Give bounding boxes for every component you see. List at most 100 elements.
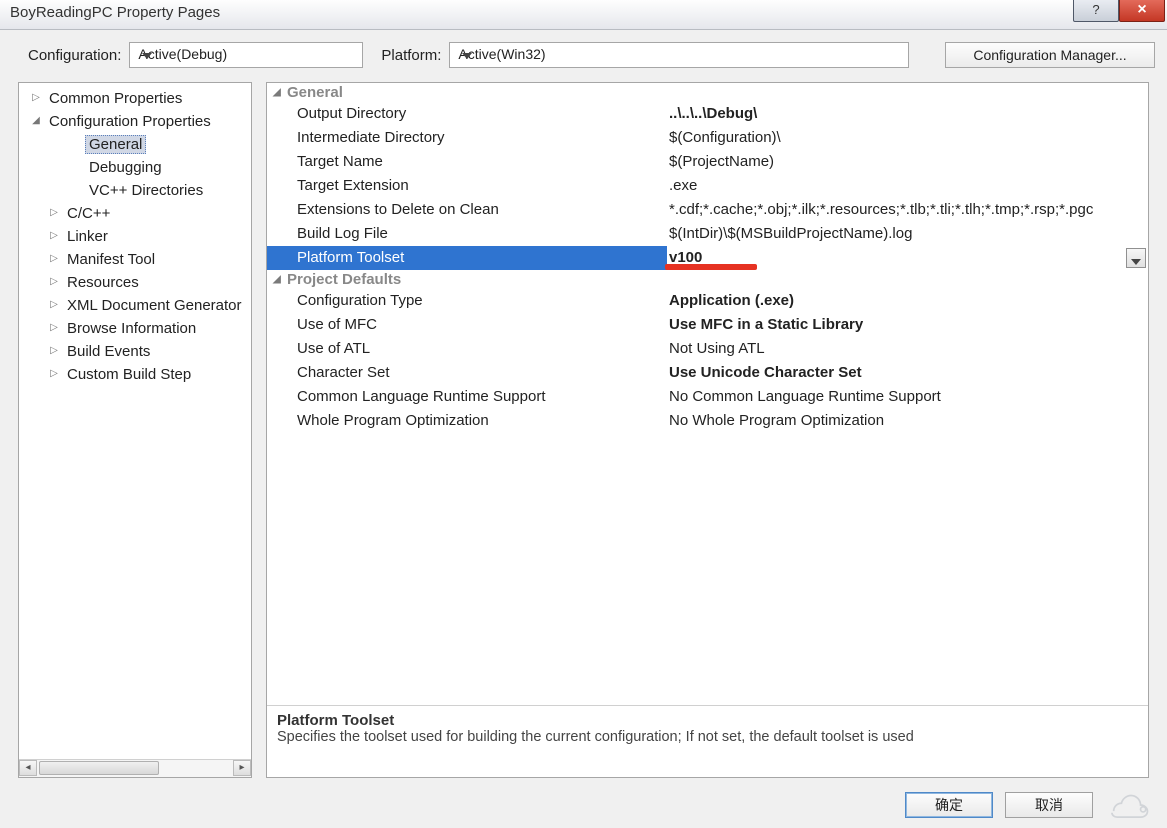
property-row[interactable]: Character SetUse Unicode Character Set — [267, 361, 1148, 385]
property-row[interactable]: Target Name$(ProjectName) — [267, 150, 1148, 174]
property-value[interactable]: ..\..\..\Debug\ — [667, 102, 1148, 126]
property-row[interactable]: Target Extension.exe — [267, 174, 1148, 198]
property-value[interactable]: Application (.exe) — [667, 289, 1148, 313]
watermark-logo — [1105, 790, 1157, 820]
tree-item[interactable]: Debugging — [19, 156, 251, 179]
tree-item-label: XML Document Generator — [63, 296, 246, 315]
property-name: Use of MFC — [267, 313, 667, 337]
tree-item-label: Common Properties — [45, 89, 186, 108]
scroll-thumb[interactable] — [39, 761, 159, 775]
tree-horizontal-scrollbar[interactable]: ◂ ▸ — [19, 759, 251, 777]
expander-none — [69, 161, 83, 175]
tree-item-label: VC++ Directories — [85, 181, 207, 200]
property-name: Extensions to Delete on Clean — [267, 198, 667, 222]
tree-item[interactable]: ▷Linker — [19, 225, 251, 248]
property-value[interactable]: .exe — [667, 174, 1148, 198]
property-group-header[interactable]: ◢ Project Defaults — [267, 270, 1148, 289]
title-bar: BoyReadingPC Property Pages ? × — [0, 0, 1167, 30]
expander-closed-icon[interactable]: ▷ — [47, 368, 61, 382]
expander-none — [69, 138, 83, 152]
property-group-header[interactable]: ◢ General — [267, 83, 1148, 102]
tree-item[interactable]: ▷Common Properties — [19, 87, 251, 110]
scroll-left-button[interactable]: ◂ — [19, 760, 37, 776]
tree-item[interactable]: ◢Configuration Properties — [19, 110, 251, 133]
configuration-manager-button[interactable]: Configuration Manager... — [945, 42, 1155, 68]
property-value[interactable]: No Common Language Runtime Support — [667, 385, 1148, 409]
expander-open-icon[interactable]: ◢ — [29, 115, 43, 129]
window-title: BoyReadingPC Property Pages — [10, 4, 220, 21]
property-row[interactable]: Whole Program OptimizationNo Whole Progr… — [267, 409, 1148, 433]
platform-combo[interactable]: Active(Win32) — [449, 42, 909, 68]
property-value[interactable]: Not Using ATL — [667, 337, 1148, 361]
property-row[interactable]: Platform Toolsetv100 — [267, 246, 1148, 270]
property-name: Common Language Runtime Support — [267, 385, 667, 409]
tree-item[interactable]: General — [19, 133, 251, 156]
property-row[interactable]: Intermediate Directory$(Configuration)\ — [267, 126, 1148, 150]
configuration-row: Configuration: Active(Debug) Platform: A… — [0, 30, 1167, 74]
property-value[interactable]: No Whole Program Optimization — [667, 409, 1148, 433]
property-name: Target Name — [267, 150, 667, 174]
property-name: Target Extension — [267, 174, 667, 198]
property-row[interactable]: Extensions to Delete on Clean*.cdf;*.cac… — [267, 198, 1148, 222]
tree-item-label: Resources — [63, 273, 143, 292]
close-button[interactable]: × — [1119, 0, 1165, 22]
property-name: Platform Toolset — [267, 246, 667, 270]
tree-item[interactable]: ▷Manifest Tool — [19, 248, 251, 271]
property-value[interactable]: Use MFC in a Static Library — [667, 313, 1148, 337]
property-row[interactable]: Use of MFCUse MFC in a Static Library — [267, 313, 1148, 337]
property-name: Build Log File — [267, 222, 667, 246]
expander-closed-icon[interactable]: ▷ — [47, 253, 61, 267]
property-group-title: Project Defaults — [287, 271, 401, 288]
category-tree[interactable]: ▷Common Properties◢Configuration Propert… — [19, 83, 251, 759]
property-value[interactable]: Use Unicode Character Set — [667, 361, 1148, 385]
property-group-title: General — [287, 84, 343, 101]
ok-button[interactable]: 确定 — [905, 792, 993, 818]
category-tree-panel: ▷Common Properties◢Configuration Propert… — [18, 82, 252, 778]
expander-open-icon: ◢ — [273, 274, 287, 285]
dropdown-button[interactable] — [1126, 248, 1146, 268]
tree-item[interactable]: ▷C/C++ — [19, 202, 251, 225]
description-box: Platform Toolset Specifies the toolset u… — [267, 705, 1148, 777]
property-name: Output Directory — [267, 102, 667, 126]
description-title: Platform Toolset — [277, 712, 1138, 729]
property-row[interactable]: Common Language Runtime SupportNo Common… — [267, 385, 1148, 409]
help-button[interactable]: ? — [1073, 0, 1119, 22]
property-row[interactable]: Configuration TypeApplication (.exe) — [267, 289, 1148, 313]
cancel-button[interactable]: 取消 — [1005, 792, 1093, 818]
tree-item[interactable]: ▷XML Document Generator — [19, 294, 251, 317]
tree-item-label: Manifest Tool — [63, 250, 159, 269]
tree-item[interactable]: VC++ Directories — [19, 179, 251, 202]
property-name: Use of ATL — [267, 337, 667, 361]
expander-none — [69, 184, 83, 198]
scroll-right-button[interactable]: ▸ — [233, 760, 251, 776]
window-controls: ? × — [1073, 0, 1165, 22]
platform-value: Active(Win32) — [458, 46, 545, 62]
tree-item-label: Custom Build Step — [63, 365, 195, 384]
expander-closed-icon[interactable]: ▷ — [47, 230, 61, 244]
expander-closed-icon[interactable]: ▷ — [47, 207, 61, 221]
expander-closed-icon[interactable]: ▷ — [47, 299, 61, 313]
expander-closed-icon[interactable]: ▷ — [47, 322, 61, 336]
description-text: Specifies the toolset used for building … — [277, 729, 1138, 745]
expander-closed-icon[interactable]: ▷ — [29, 92, 43, 106]
tree-item-label: General — [85, 135, 146, 154]
property-value[interactable]: $(IntDir)\$(MSBuildProjectName).log — [667, 222, 1148, 246]
tree-item[interactable]: ▷Custom Build Step — [19, 363, 251, 386]
property-value[interactable]: *.cdf;*.cache;*.obj;*.ilk;*.resources;*.… — [667, 198, 1148, 222]
configuration-label: Configuration: — [28, 47, 121, 64]
property-row[interactable]: Build Log File$(IntDir)\$(MSBuildProject… — [267, 222, 1148, 246]
tree-item[interactable]: ▷Browse Information — [19, 317, 251, 340]
property-row[interactable]: Output Directory..\..\..\Debug\ — [267, 102, 1148, 126]
property-row[interactable]: Use of ATLNot Using ATL — [267, 337, 1148, 361]
tree-item-label: Build Events — [63, 342, 154, 361]
property-grid[interactable]: ◢ GeneralOutput Directory..\..\..\Debug\… — [267, 83, 1148, 705]
property-value[interactable]: $(Configuration)\ — [667, 126, 1148, 150]
property-name: Configuration Type — [267, 289, 667, 313]
expander-closed-icon[interactable]: ▷ — [47, 276, 61, 290]
tree-item[interactable]: ▷Resources — [19, 271, 251, 294]
tree-item[interactable]: ▷Build Events — [19, 340, 251, 363]
property-name: Character Set — [267, 361, 667, 385]
expander-closed-icon[interactable]: ▷ — [47, 345, 61, 359]
configuration-combo[interactable]: Active(Debug) — [129, 42, 363, 68]
property-value[interactable]: $(ProjectName) — [667, 150, 1148, 174]
